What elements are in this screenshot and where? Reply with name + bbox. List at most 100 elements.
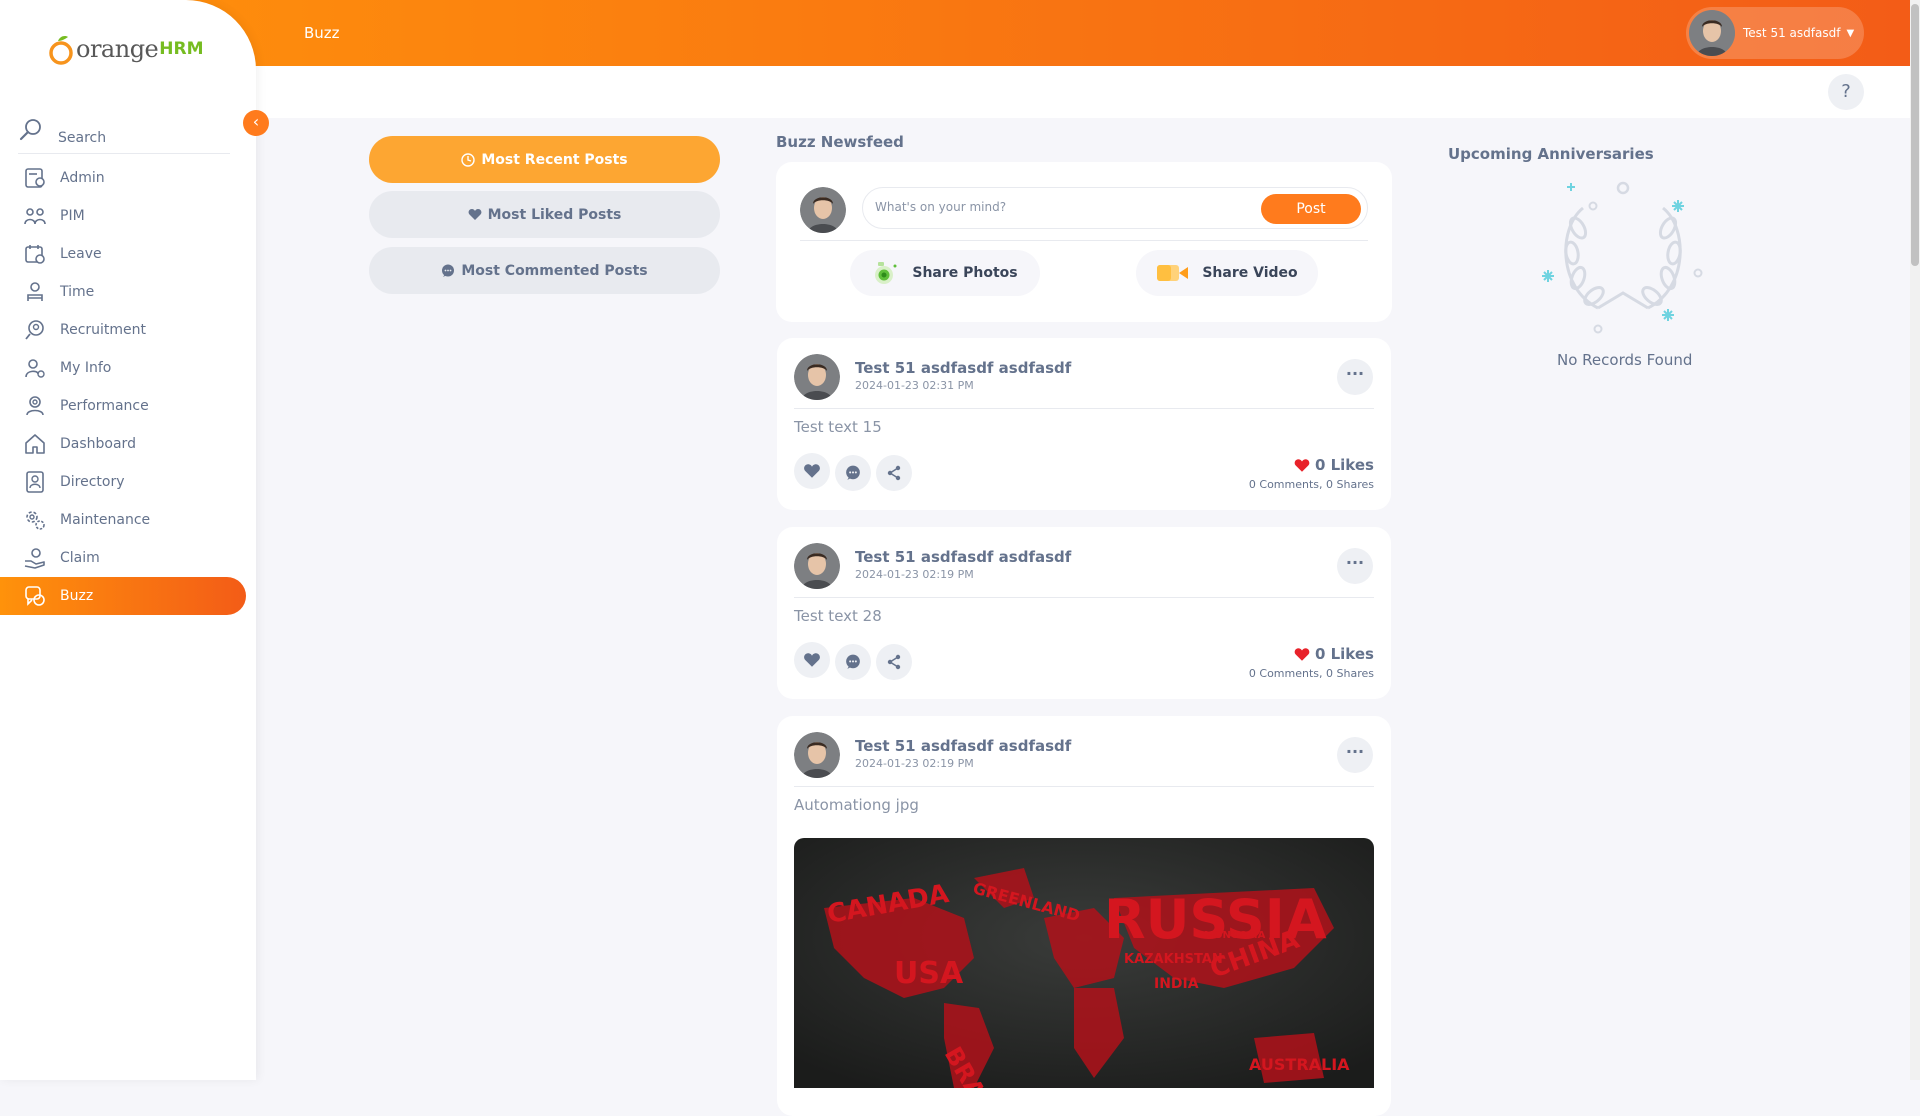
post-card: Test 51 asdfasdf asdfasdf 2024-01-23 02:…: [777, 527, 1391, 699]
most-commented-posts-button[interactable]: Most Commented Posts: [369, 247, 720, 294]
sidebar-item-dashboard[interactable]: Dashboard: [0, 425, 256, 463]
my-info-icon: [22, 355, 48, 381]
comments-count[interactable]: 0 Comments: [1249, 478, 1319, 491]
dashboard-icon: [22, 431, 48, 457]
heart-icon: [804, 464, 820, 478]
sidebar-item-label: Admin: [60, 170, 105, 186]
like-button[interactable]: [794, 642, 830, 678]
avatar: [800, 187, 846, 233]
scrollbar-thumb[interactable]: [1911, 4, 1919, 266]
user-dropdown[interactable]: Test 51 asdfasdf ▼: [1686, 7, 1864, 59]
laurel-wreath-icon: [1542, 181, 1703, 334]
filter-label: Most Recent Posts: [481, 151, 628, 168]
sidebar-item-performance[interactable]: Performance: [0, 387, 256, 425]
claim-icon: [22, 545, 48, 571]
search-icon: [19, 118, 41, 140]
directory-icon: [22, 469, 48, 495]
sidebar-item-time[interactable]: Time: [0, 273, 256, 311]
sidebar-item-pim[interactable]: PIM: [0, 197, 256, 235]
sidebar-item-buzz[interactable]: Buzz: [0, 577, 246, 615]
page-title: Buzz: [304, 24, 340, 42]
post-options-button[interactable]: ···: [1337, 548, 1373, 584]
post-author[interactable]: Test 51 asdfasdf asdfasdf: [855, 359, 1071, 377]
sidebar: orange HRM Search Admin PIM Leave Time R…: [0, 0, 256, 1080]
comments-count[interactable]: 0 Comments: [1249, 667, 1319, 680]
post-options-button[interactable]: ···: [1337, 737, 1373, 773]
likes-count[interactable]: 0 Likes: [1294, 456, 1374, 474]
sidebar-item-claim[interactable]: Claim: [0, 539, 256, 577]
comment-icon: [846, 465, 860, 480]
heart-filled-icon: [1294, 647, 1310, 661]
recruitment-icon: [22, 317, 48, 343]
sidebar-collapse-button[interactable]: ‹: [243, 110, 269, 136]
leave-icon: [22, 241, 48, 267]
sidebar-item-leave[interactable]: Leave: [0, 235, 256, 273]
share-button[interactable]: [876, 455, 912, 491]
post-stats: 0 Comments, 0 Shares: [1248, 478, 1374, 491]
post-image[interactable]: RUSSIA USA CHINA GREENLAND CANADA BRAZIL…: [794, 838, 1374, 1088]
post-input[interactable]: What's on your mind? Post: [862, 187, 1368, 229]
top-header: Buzz Test 51 asdfasdf ▼: [0, 0, 1910, 66]
image-word-australia: AUSTRALIA: [1249, 1055, 1350, 1074]
divider: [800, 240, 1368, 241]
post-input-placeholder: What's on your mind?: [875, 200, 1007, 214]
likes-count[interactable]: 0 Likes: [1294, 645, 1374, 663]
sidebar-item-admin[interactable]: Admin: [0, 159, 256, 197]
comment-button[interactable]: [835, 644, 871, 680]
likes-label: 0 Likes: [1314, 456, 1374, 474]
share-photos-button[interactable]: Share Photos: [850, 250, 1040, 296]
post-text: Test text 15: [794, 418, 882, 436]
shares-count[interactable]: 0 Shares: [1326, 667, 1374, 680]
search-label: Search: [58, 129, 107, 146]
post-card: Test 51 asdfasdf asdfasdf 2024-01-23 02:…: [777, 716, 1391, 1116]
share-icon: [887, 465, 901, 481]
help-button[interactable]: ?: [1828, 74, 1864, 110]
image-word-mongolia: MONGOLIA: [1204, 930, 1266, 941]
sidebar-item-recruitment[interactable]: Recruitment: [0, 311, 256, 349]
sidebar-item-label: Buzz: [60, 588, 94, 604]
sidebar-item-maintenance[interactable]: Maintenance: [0, 501, 256, 539]
admin-icon: [22, 165, 48, 191]
sidebar-item-label: Dashboard: [60, 436, 136, 452]
post-author[interactable]: Test 51 asdfasdf asdfasdf: [855, 737, 1071, 755]
heart-filled-icon: [1294, 458, 1310, 472]
shares-count[interactable]: 0 Shares: [1326, 478, 1374, 491]
avatar: [1689, 10, 1735, 56]
divider: [794, 408, 1374, 409]
post-button[interactable]: Post: [1261, 194, 1361, 224]
share-video-label: Share Video: [1202, 265, 1298, 281]
filter-label: Most Commented Posts: [461, 262, 648, 279]
post-options-button[interactable]: ···: [1337, 359, 1373, 395]
image-word-kazakhstan: KAZAKHSTAN: [1124, 952, 1223, 967]
post-text: Test text 28: [794, 607, 882, 625]
post-composer: What's on your mind? Post Share Photos S…: [776, 162, 1392, 322]
sidebar-item-my-info[interactable]: My Info: [0, 349, 256, 387]
no-records-text: No Records Found: [1557, 351, 1693, 369]
most-liked-posts-button[interactable]: Most Liked Posts: [369, 191, 720, 238]
share-photos-label: Share Photos: [912, 265, 1018, 281]
brand-logo[interactable]: orange HRM: [48, 32, 204, 66]
share-button[interactable]: [876, 644, 912, 680]
sidebar-item-directory[interactable]: Directory: [0, 463, 256, 501]
likes-label: 0 Likes: [1314, 645, 1374, 663]
sidebar-search[interactable]: Search: [18, 108, 230, 154]
comment-icon: [846, 654, 860, 669]
avatar[interactable]: [794, 354, 840, 400]
divider: [794, 597, 1374, 598]
comment-button[interactable]: [835, 455, 871, 491]
sidebar-item-label: PIM: [60, 208, 85, 224]
sidebar-item-label: Leave: [60, 246, 102, 262]
post-text: Automationg jpg: [794, 796, 919, 814]
orange-logo-icon: [49, 36, 73, 65]
most-recent-posts-button[interactable]: Most Recent Posts: [369, 136, 720, 183]
buzz-icon: [22, 583, 48, 609]
world-map-typography-image: RUSSIA USA CHINA GREENLAND CANADA BRAZIL…: [794, 838, 1374, 1088]
more-icon: ···: [1345, 742, 1365, 761]
avatar[interactable]: [794, 543, 840, 589]
like-button[interactable]: [794, 453, 830, 489]
avatar[interactable]: [794, 732, 840, 778]
post-author[interactable]: Test 51 asdfasdf asdfasdf: [855, 548, 1071, 566]
sidebar-item-label: Claim: [60, 550, 100, 566]
post-card: Test 51 asdfasdf asdfasdf 2024-01-23 02:…: [777, 338, 1391, 510]
share-video-button[interactable]: Share Video: [1136, 250, 1318, 296]
